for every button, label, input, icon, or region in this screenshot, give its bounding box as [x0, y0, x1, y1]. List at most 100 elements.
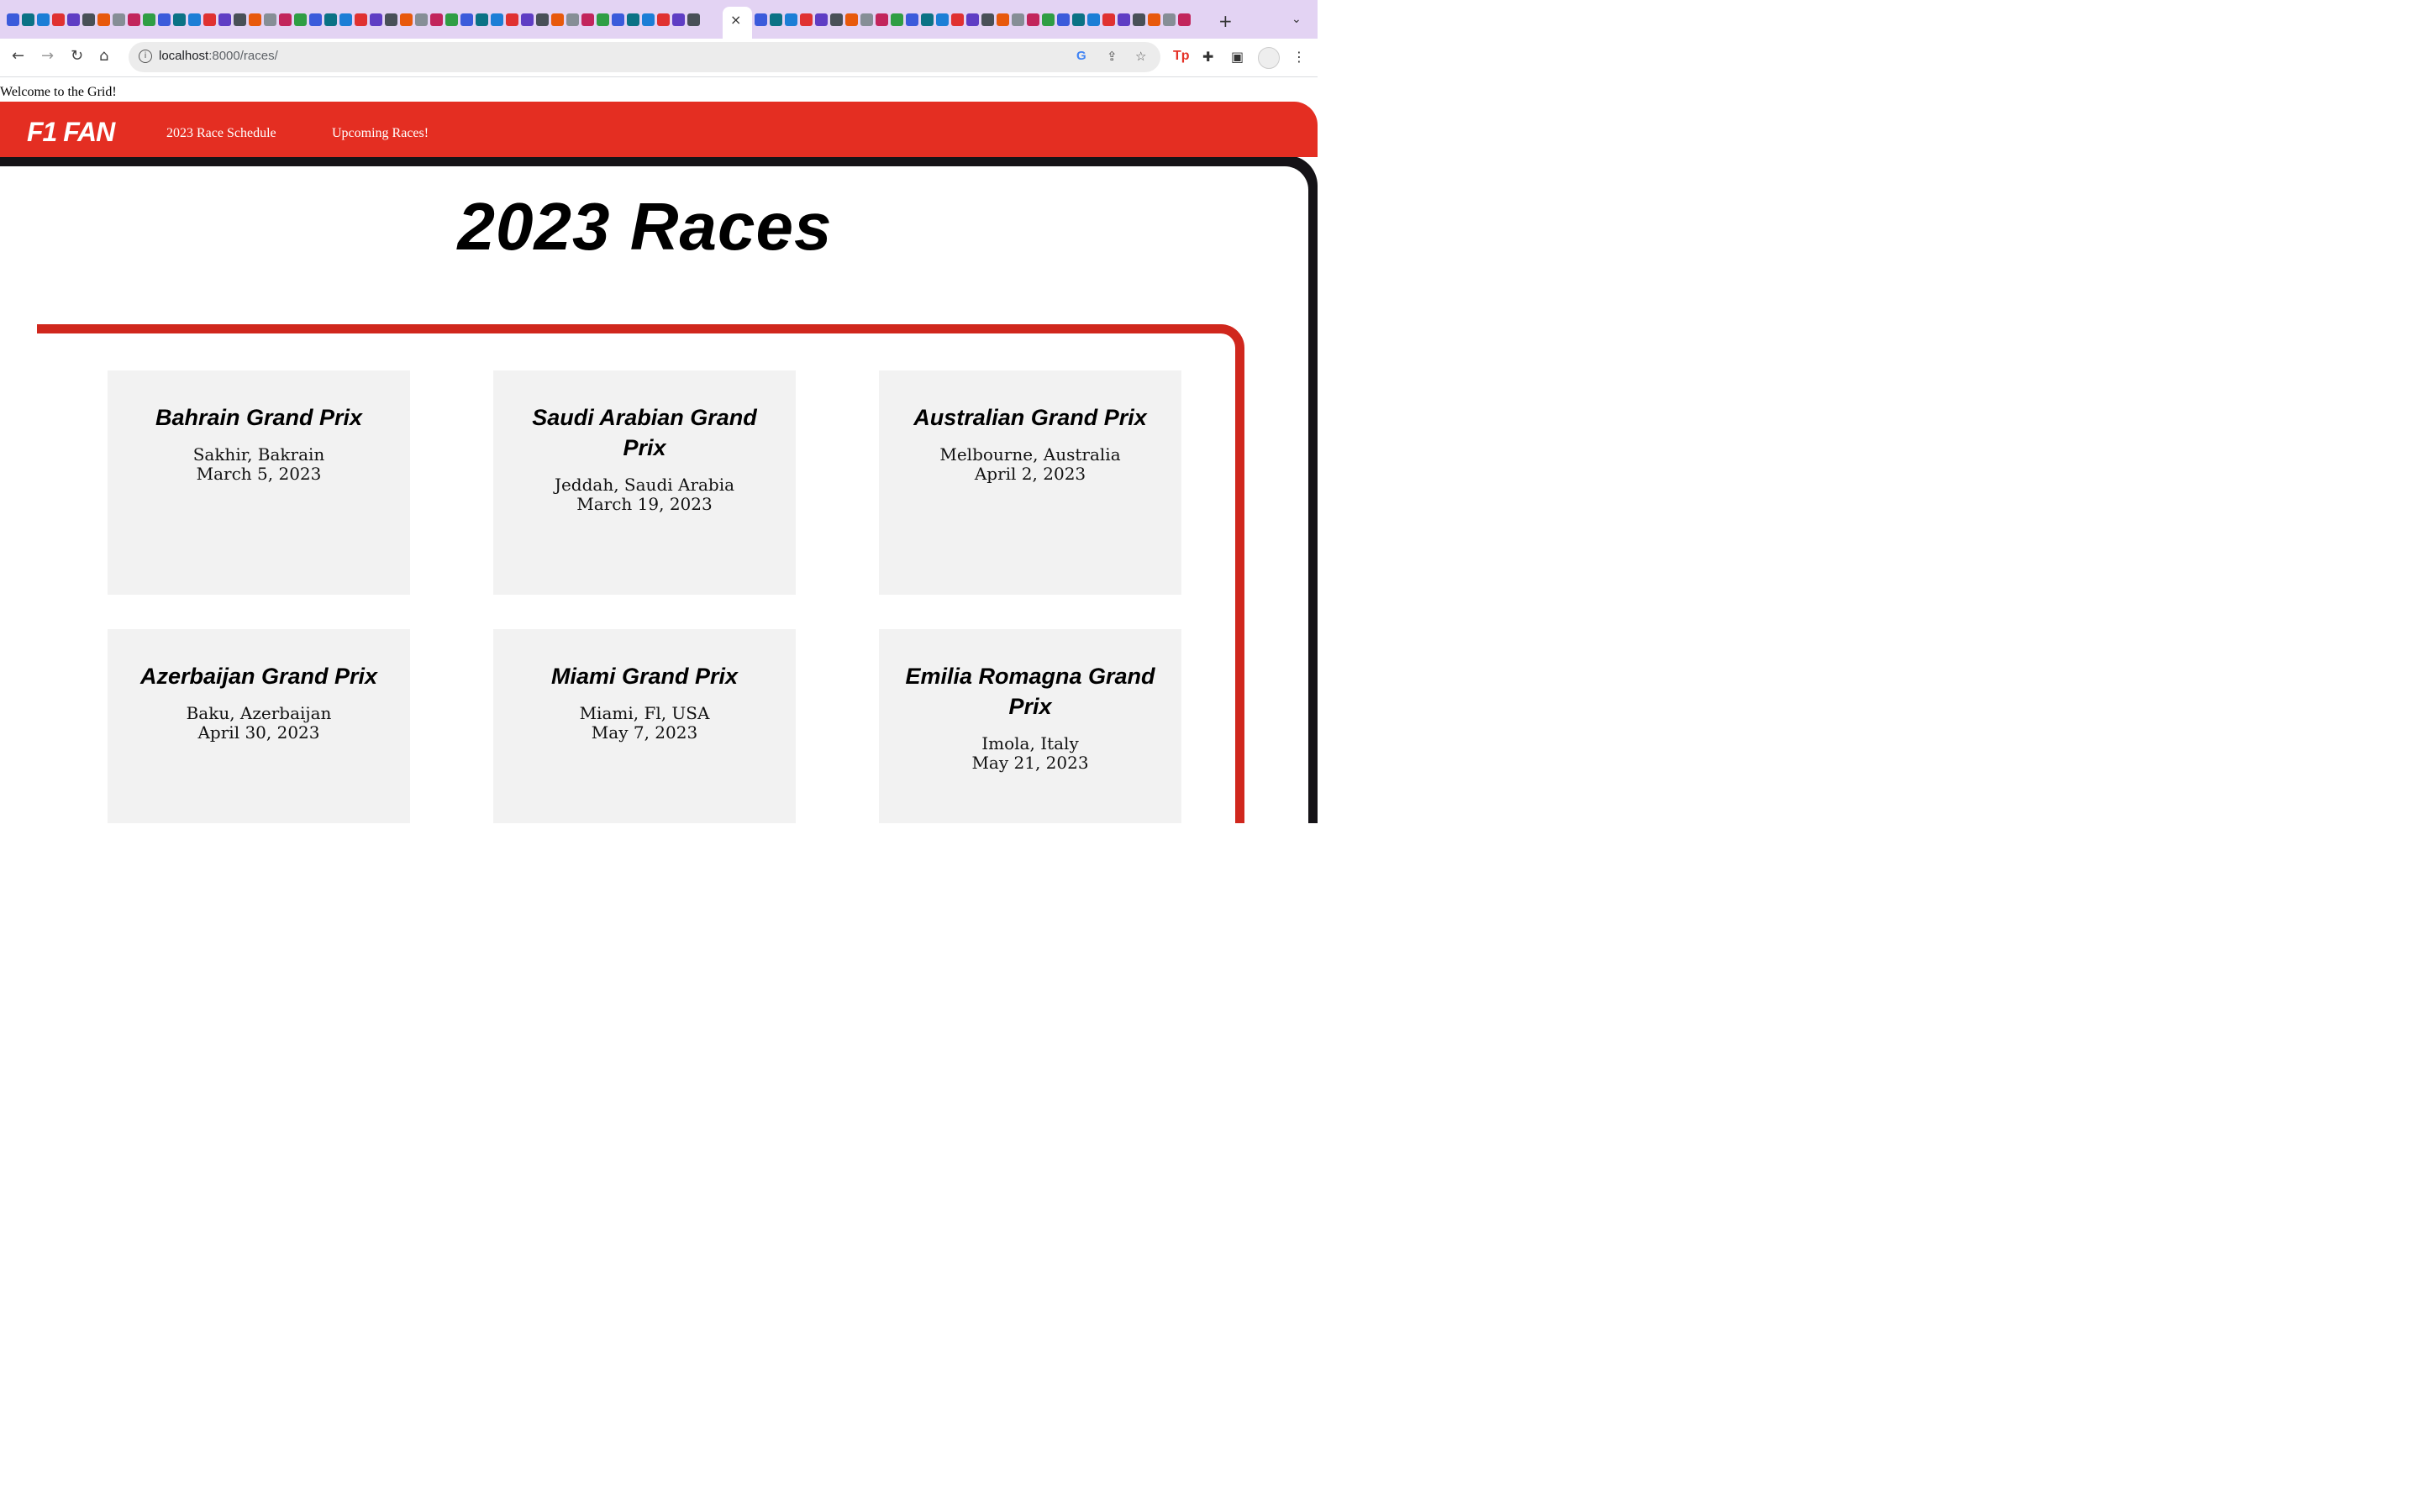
back-arrow-icon[interactable]: ← [12, 47, 24, 65]
tab-favicon-icon[interactable] [370, 13, 382, 26]
tab-favicon-icon[interactable] [113, 13, 125, 26]
tab-favicon-icon[interactable] [415, 13, 428, 26]
tab-favicon-icon[interactable] [7, 13, 19, 26]
tab-favicon-icon[interactable] [234, 13, 246, 26]
tab-favicon-icon[interactable] [770, 13, 782, 26]
tab-favicon-icon[interactable] [845, 13, 858, 26]
tab-favicon-icon[interactable] [158, 13, 171, 26]
tab-favicon-icon[interactable] [876, 13, 888, 26]
tab-favicon-icon[interactable] [188, 13, 201, 26]
address-bar[interactable]: i localhost:8000/races/ G ⇪ ☆ [129, 42, 1160, 72]
tab-favicon-icon[interactable] [385, 13, 397, 26]
tab-favicon-icon[interactable] [279, 13, 292, 26]
tab-favicon-icon[interactable] [37, 13, 50, 26]
tab-favicon-icon[interactable] [1042, 13, 1055, 26]
tab-favicon-icon[interactable] [1133, 13, 1145, 26]
tab-favicon-icon[interactable] [536, 13, 549, 26]
tab-favicon-icon[interactable] [1087, 13, 1100, 26]
site-info-icon[interactable]: i [139, 50, 152, 63]
tab-favicon-icon[interactable] [506, 13, 518, 26]
tab-favicon-icon[interactable] [355, 13, 367, 26]
tab-favicon-icon[interactable] [400, 13, 413, 26]
tab-favicon-icon[interactable] [460, 13, 473, 26]
tab-favicon-icon[interactable] [755, 13, 767, 26]
side-panel-icon[interactable]: ▣ [1231, 49, 1244, 65]
tab-favicon-icon[interactable] [785, 13, 797, 26]
tab-close-icon[interactable]: × [730, 12, 741, 28]
race-card[interactable]: Azerbaijan Grand Prix Baku, Azerbaijan A… [108, 629, 410, 823]
extensions-puzzle-icon[interactable]: ✚ [1202, 49, 1213, 65]
tab-favicon-icon[interactable] [891, 13, 903, 26]
tab-favicon-icon[interactable] [687, 13, 700, 26]
tab-search-chevron-icon[interactable]: ⌄ [1292, 13, 1302, 26]
tab-favicon-icon[interactable] [491, 13, 503, 26]
tab-favicon-icon[interactable] [642, 13, 655, 26]
forward-arrow-icon[interactable]: → [41, 47, 54, 65]
tab-favicon-icon[interactable] [921, 13, 934, 26]
nav-link-schedule[interactable]: 2023 Race Schedule [166, 126, 276, 141]
site-logo[interactable]: F1 FAN [27, 117, 115, 148]
home-icon[interactable]: ⌂ [99, 47, 108, 65]
tab-favicons-left[interactable] [7, 13, 700, 26]
tab-favicon-icon[interactable] [566, 13, 579, 26]
extension-tp-icon[interactable]: Tp [1173, 49, 1190, 64]
race-card[interactable]: Miami Grand Prix Miami, Fl, USA May 7, 2… [493, 629, 796, 823]
google-lens-icon[interactable]: G [1076, 49, 1086, 63]
tab-favicon-icon[interactable] [128, 13, 140, 26]
tab-favicon-icon[interactable] [1178, 13, 1191, 26]
tab-favicon-icon[interactable] [951, 13, 964, 26]
race-card[interactable]: Australian Grand Prix Melbourne, Austral… [879, 370, 1181, 595]
tab-favicon-icon[interactable] [551, 13, 564, 26]
tab-favicon-icon[interactable] [981, 13, 994, 26]
tab-favicon-icon[interactable] [22, 13, 34, 26]
tab-favicon-icon[interactable] [203, 13, 216, 26]
tab-favicon-icon[interactable] [97, 13, 110, 26]
tab-favicon-icon[interactable] [445, 13, 458, 26]
tab-favicon-icon[interactable] [1072, 13, 1085, 26]
tab-favicon-icon[interactable] [860, 13, 873, 26]
race-card[interactable]: Emilia Romagna Grand Prix Imola, Italy M… [879, 629, 1181, 823]
tab-favicon-icon[interactable] [52, 13, 65, 26]
tab-favicon-icon[interactable] [672, 13, 685, 26]
tab-favicon-icon[interactable] [597, 13, 609, 26]
new-tab-button[interactable]: + [1218, 11, 1233, 31]
tab-favicon-icon[interactable] [830, 13, 843, 26]
race-card[interactable]: Bahrain Grand Prix Sakhir, Bakrain March… [108, 370, 410, 595]
tab-favicon-icon[interactable] [1118, 13, 1130, 26]
tab-favicon-icon[interactable] [82, 13, 95, 26]
tab-favicon-icon[interactable] [906, 13, 918, 26]
tab-favicon-icon[interactable] [521, 13, 534, 26]
tab-favicon-icon[interactable] [476, 13, 488, 26]
tab-favicon-icon[interactable] [1027, 13, 1039, 26]
tab-favicon-icon[interactable] [581, 13, 594, 26]
tab-favicon-icon[interactable] [966, 13, 979, 26]
tab-favicon-icon[interactable] [173, 13, 186, 26]
tab-favicon-icon[interactable] [324, 13, 337, 26]
tab-favicon-icon[interactable] [1012, 13, 1024, 26]
tab-favicon-icon[interactable] [800, 13, 813, 26]
share-icon[interactable]: ⇪ [1107, 49, 1118, 64]
tab-favicon-icon[interactable] [1057, 13, 1070, 26]
tab-favicon-icon[interactable] [815, 13, 828, 26]
bookmark-star-icon[interactable]: ☆ [1135, 49, 1146, 64]
nav-link-upcoming[interactable]: Upcoming Races! [332, 126, 429, 141]
race-card[interactable]: Saudi Arabian Grand Prix Jeddah, Saudi A… [493, 370, 796, 595]
tab-favicon-icon[interactable] [218, 13, 231, 26]
tab-favicon-icon[interactable] [1148, 13, 1160, 26]
tab-favicon-icon[interactable] [1163, 13, 1176, 26]
tab-favicon-icon[interactable] [936, 13, 949, 26]
tab-favicon-icon[interactable] [612, 13, 624, 26]
url-text[interactable]: localhost:8000/races/ [159, 49, 278, 63]
menu-dots-icon[interactable]: ⋮ [1292, 49, 1306, 65]
tab-favicon-icon[interactable] [309, 13, 322, 26]
profile-avatar[interactable] [1258, 47, 1280, 69]
tab-favicon-icon[interactable] [997, 13, 1009, 26]
tab-favicon-icon[interactable] [627, 13, 639, 26]
tab-favicon-icon[interactable] [294, 13, 307, 26]
reload-icon[interactable]: ↻ [71, 47, 83, 65]
tab-favicon-icon[interactable] [249, 13, 261, 26]
tab-favicon-icon[interactable] [143, 13, 155, 26]
tab-favicon-icon[interactable] [430, 13, 443, 26]
tab-favicon-icon[interactable] [67, 13, 80, 26]
tab-favicons-right[interactable] [755, 13, 1191, 26]
